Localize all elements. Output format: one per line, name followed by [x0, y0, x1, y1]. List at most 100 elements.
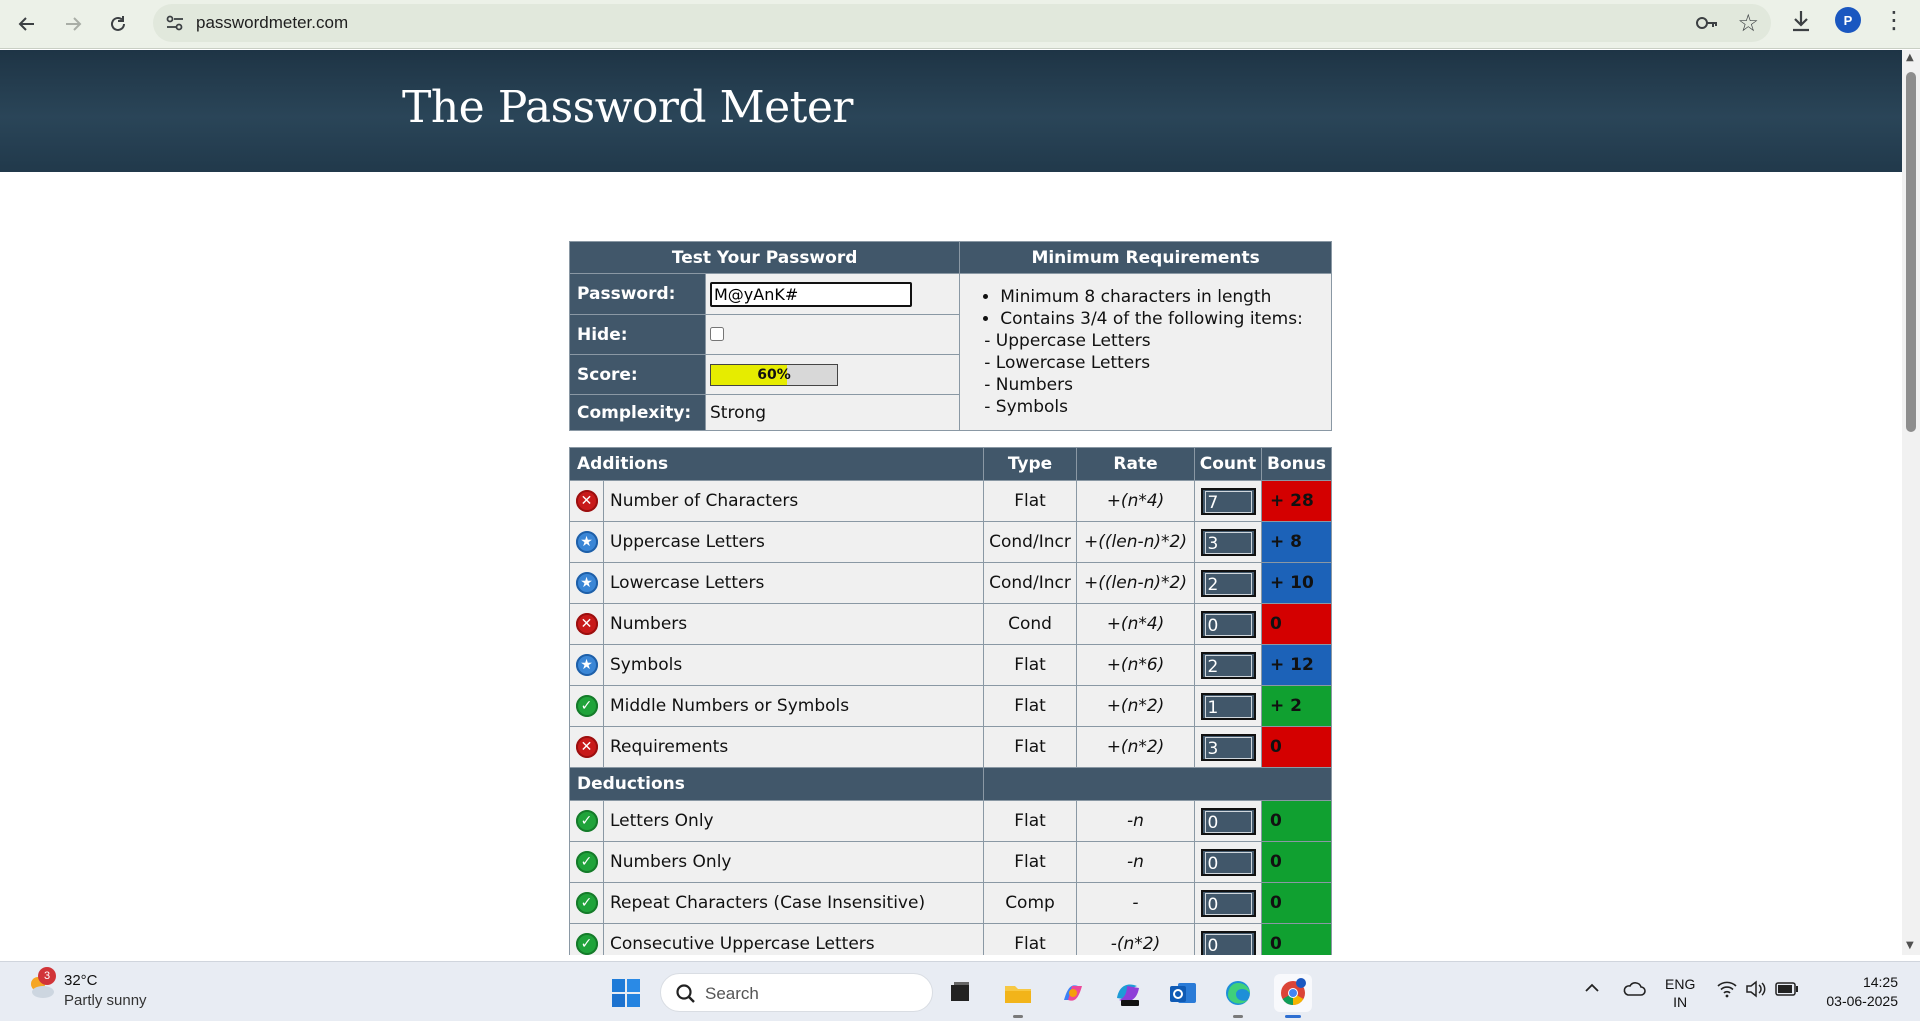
- windows-logo-icon: [612, 979, 640, 1007]
- reload-button[interactable]: [100, 6, 136, 42]
- wifi-button[interactable]: [1716, 980, 1738, 1003]
- exceed-star-icon: ★: [575, 654, 598, 676]
- row-count: 1: [1204, 695, 1252, 718]
- vertical-scrollbar[interactable]: ▲ ▼: [1902, 50, 1920, 955]
- row-name: Numbers: [603, 603, 984, 645]
- row-bonus: 0: [1261, 800, 1332, 842]
- password-key-icon[interactable]: [1695, 13, 1719, 33]
- row-name: Requirements: [603, 726, 984, 768]
- row-name: Middle Numbers or Symbols: [603, 685, 984, 727]
- row-bonus: + 8: [1261, 521, 1332, 563]
- menu-kebab-icon[interactable]: ⋮: [1882, 5, 1906, 35]
- row-count-box: 1: [1200, 692, 1256, 720]
- cloud-icon: [1623, 982, 1646, 996]
- reload-icon: [111, 16, 125, 31]
- score-row: ✓ Consecutive Uppercase Letters Flat -(n*2)…: [569, 923, 1332, 955]
- url-text[interactable]: passwordmeter.com: [196, 13, 348, 33]
- row-type: Cond/Incr: [983, 562, 1077, 604]
- requirement-item: Contains 3/4 of the following items:: [1000, 308, 1331, 330]
- score-row: ★ Symbols Flat +(n*6) 2 + 12: [569, 644, 1332, 686]
- row-type: Cond/Incr: [983, 521, 1077, 563]
- status-cell: ✓: [569, 800, 604, 842]
- profile-avatar[interactable]: P: [1835, 7, 1861, 33]
- row-count-box: 7: [1200, 487, 1256, 515]
- row-rate: -n: [1076, 800, 1195, 842]
- language-indicator[interactable]: ENG IN: [1665, 975, 1695, 1011]
- row-bonus: + 12: [1261, 644, 1332, 686]
- file-explorer-button[interactable]: [999, 974, 1037, 1018]
- hide-checkbox[interactable]: [710, 327, 724, 341]
- copilot-button[interactable]: [1054, 974, 1092, 1012]
- score-progress-bar: 60%: [710, 363, 838, 386]
- row-count: 0: [1204, 892, 1252, 915]
- speaker-icon: [1746, 980, 1766, 998]
- row-count: 0: [1204, 933, 1252, 955]
- edge-button[interactable]: [1219, 974, 1257, 1018]
- row-count-cell: 0: [1194, 923, 1262, 955]
- site-info-icon[interactable]: [163, 11, 187, 35]
- row-count-cell: 0: [1194, 603, 1262, 645]
- row-name: Lowercase Letters: [603, 562, 984, 604]
- onedrive-button[interactable]: [1622, 980, 1646, 1003]
- site-header: The Password Meter: [0, 50, 1902, 172]
- back-button[interactable]: [9, 6, 45, 42]
- page-viewport: The Password Meter Test Your Password Mi…: [0, 50, 1902, 955]
- row-rate: -n: [1076, 841, 1195, 883]
- pass-check-icon: ✓: [575, 851, 598, 873]
- taskbar-search[interactable]: Search: [660, 973, 933, 1012]
- scroll-thumb[interactable]: [1906, 72, 1916, 432]
- row-type: Flat: [983, 800, 1077, 842]
- task-view-button[interactable]: [941, 974, 979, 1012]
- forward-button[interactable]: [55, 6, 91, 42]
- weather-temp[interactable]: 32°C: [64, 972, 98, 989]
- search-placeholder: Search: [705, 984, 759, 1003]
- address-bar[interactable]: passwordmeter.com ☆: [153, 4, 1771, 42]
- pass-check-icon: ✓: [575, 695, 598, 717]
- weather-desc[interactable]: Partly sunny: [64, 992, 147, 1009]
- scroll-up-arrow[interactable]: ▲: [1906, 52, 1914, 63]
- row-name: Numbers Only: [603, 841, 984, 883]
- complexity-label: Complexity:: [569, 394, 706, 431]
- row-count: 2: [1204, 654, 1252, 677]
- chrome-button[interactable]: [1274, 974, 1312, 1018]
- lang-region: IN: [1673, 994, 1688, 1010]
- edge-icon: [1226, 981, 1250, 1005]
- bookmark-star-icon[interactable]: ☆: [1737, 9, 1759, 37]
- m365-button[interactable]: [1109, 974, 1147, 1012]
- outlook-button[interactable]: [1164, 974, 1202, 1012]
- start-button[interactable]: [611, 978, 641, 1008]
- clock[interactable]: 14:25 03-06-2025: [1818, 973, 1898, 1011]
- row-count-cell: 1: [1194, 685, 1262, 727]
- score-breakdown-table: Additions Type Rate Count Bonus ✕ Number of Ch…: [569, 447, 1332, 955]
- section-title: Additions: [569, 447, 984, 481]
- clock-date: 03-06-2025: [1826, 993, 1898, 1009]
- hide-cell: [704, 314, 961, 355]
- lang-code: ENG: [1665, 976, 1696, 992]
- status-cell: ✓: [569, 882, 604, 924]
- status-cell: ✕: [569, 480, 604, 522]
- row-rate: +((len-n)*2): [1076, 562, 1195, 604]
- row-count-box: 0: [1200, 807, 1256, 835]
- row-count-cell: 3: [1194, 521, 1262, 563]
- row-count: 3: [1204, 531, 1252, 554]
- wifi-icon: [1717, 981, 1737, 998]
- row-count-cell: 7: [1194, 480, 1262, 522]
- battery-icon: [1775, 982, 1798, 996]
- row-name: Symbols: [603, 644, 984, 686]
- row-rate: +(n*2): [1076, 685, 1195, 727]
- row-count-cell: 0: [1194, 800, 1262, 842]
- download-icon[interactable]: [1786, 6, 1816, 36]
- section-header-row: Additions Type Rate Count Bonus: [569, 447, 1332, 481]
- requirement-item: Minimum 8 characters in length: [1000, 286, 1331, 308]
- scroll-down-arrow[interactable]: ▼: [1906, 940, 1914, 951]
- battery-button[interactable]: [1775, 982, 1799, 1001]
- status-cell: ✓: [569, 841, 604, 883]
- fail-x-icon: ✕: [575, 490, 598, 512]
- chevron-up-icon: [1585, 983, 1599, 992]
- row-count-box: 3: [1200, 528, 1256, 556]
- password-input[interactable]: [710, 281, 912, 307]
- pass-check-icon: ✓: [575, 933, 598, 955]
- row-bonus: + 10: [1261, 562, 1332, 604]
- volume-button[interactable]: [1745, 980, 1767, 1003]
- tray-overflow-button[interactable]: [1584, 980, 1600, 1001]
